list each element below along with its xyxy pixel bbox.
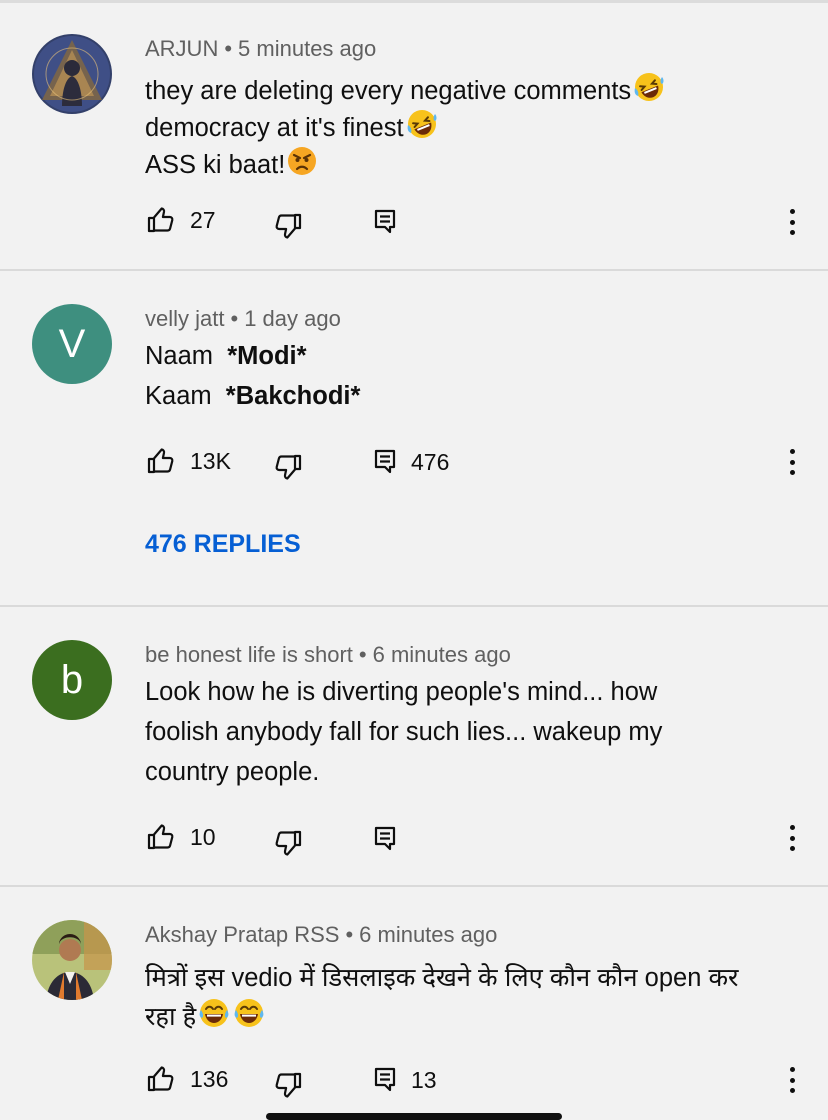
thumb-up-icon (146, 822, 176, 852)
comment-thread: Akshay Pratap RSS • 6 minutes ago मित्रों … (0, 887, 828, 1120)
comment-line: they are deleting every negative comment… (145, 77, 632, 105)
comment-time[interactable]: 5 minutes ago (238, 36, 376, 61)
comment-text: मित्रों इस vedio में डिसलाइक देखने के लि… (145, 960, 738, 1036)
thumb-down-icon (273, 452, 303, 482)
comment-meta: ARJUN • 5 minutes ago (145, 36, 376, 62)
avatar[interactable]: b (32, 640, 112, 720)
more-vert-icon[interactable] (780, 821, 804, 855)
like-count: 136 (190, 1065, 229, 1092)
like-button[interactable]: 136 (146, 1064, 228, 1094)
like-count: 13K (190, 447, 231, 474)
comment-meta: be honest life is short • 6 minutes ago (145, 642, 511, 668)
reply-icon (373, 208, 397, 236)
avatar[interactable]: V (32, 304, 112, 384)
reply-icon (373, 825, 397, 853)
comment-bold-text: *Bakchodi* (225, 382, 361, 410)
comment-line: Look how he is diverting people's mind..… (145, 678, 658, 706)
meta-separator: • (230, 306, 239, 331)
dislike-button[interactable] (273, 1070, 303, 1100)
comment-text: they are deleting every negative comment… (145, 71, 666, 182)
comment-line: ASS ki baat! (145, 151, 286, 179)
like-button[interactable]: 13K (146, 446, 231, 476)
comment-label: Naam (145, 342, 214, 370)
like-count: 27 (190, 206, 216, 233)
comment-author[interactable]: be honest life is short (145, 642, 353, 667)
view-replies-link[interactable]: 476 REPLIES (145, 530, 301, 559)
comment-author[interactable]: ARJUN (145, 36, 218, 61)
comment-author[interactable]: velly jatt (145, 306, 224, 331)
comment-line: democracy at it's finest (145, 114, 404, 142)
reply-button[interactable] (373, 208, 397, 236)
reply-count: 13 (411, 1066, 437, 1093)
avatar-letter: b (60, 657, 84, 702)
dislike-button[interactable] (273, 452, 303, 482)
more-vert-icon[interactable] (780, 445, 804, 479)
comment-author[interactable]: Akshay Pratap RSS (145, 922, 339, 947)
comment-text: Naam *Modi* Kaam *Bakchodi* (145, 336, 360, 416)
tears-of-joy-emoji (232, 997, 266, 1029)
dislike-button[interactable] (273, 828, 303, 858)
comment-thread: b be honest life is short • 6 minutes ago … (0, 607, 828, 885)
comment-time[interactable]: 6 minutes ago (373, 642, 511, 667)
comment-thread: V velly jatt • 1 day ago Naam *Modi* Kaam … (0, 271, 828, 606)
reply-count: 476 (411, 448, 450, 475)
meta-separator: • (345, 922, 354, 947)
more-vert-icon[interactable] (780, 205, 804, 239)
comment-label: Kaam (145, 382, 212, 410)
comment-line: मित्रों इस vedio में डिसलाइक देखने के लि… (145, 964, 739, 992)
dislike-button[interactable] (273, 211, 303, 241)
comment-line: रहा है (145, 1003, 197, 1031)
comment-line: foolish anybody fall for such lies... wa… (145, 718, 663, 746)
comment-meta: velly jatt • 1 day ago (145, 306, 341, 332)
home-indicator[interactable] (266, 1113, 562, 1120)
reply-button[interactable]: 13 (373, 1066, 437, 1094)
comment-time[interactable]: 6 minutes ago (359, 922, 497, 947)
avatar-letter: V (58, 321, 86, 366)
meta-separator: • (224, 36, 233, 61)
comment-text: Look how he is diverting people's mind..… (145, 672, 662, 792)
thumb-down-icon (273, 1070, 303, 1100)
reply-button[interactable]: 476 (373, 448, 449, 476)
avatar[interactable] (32, 34, 112, 114)
reply-icon (373, 448, 397, 476)
angry-face-emoji (286, 145, 318, 177)
comment-time[interactable]: 1 day ago (244, 306, 341, 331)
meta-separator: • (358, 642, 367, 667)
comment-bold-text: *Modi* (227, 342, 307, 370)
like-count: 10 (190, 823, 216, 850)
thumb-up-icon (146, 205, 176, 235)
tears-of-joy-emoji (197, 997, 231, 1029)
rolling-laughing-emoji (405, 108, 439, 140)
thumb-up-icon (146, 446, 176, 476)
more-vert-icon[interactable] (780, 1063, 804, 1097)
like-button[interactable]: 27 (146, 205, 216, 235)
thumb-down-icon (273, 211, 303, 241)
rolling-laughing-emoji (632, 71, 666, 103)
reply-button[interactable] (373, 825, 397, 853)
comment-thread: ARJUN • 5 minutes ago they are deleting ev… (0, 0, 828, 270)
comment-line: country people. (145, 758, 320, 786)
thumb-up-icon (146, 1064, 176, 1094)
comment-meta: Akshay Pratap RSS • 6 minutes ago (145, 922, 497, 948)
reply-icon (373, 1066, 397, 1094)
avatar[interactable] (32, 920, 112, 1000)
thumb-down-icon (273, 828, 303, 858)
like-button[interactable]: 10 (146, 822, 216, 852)
